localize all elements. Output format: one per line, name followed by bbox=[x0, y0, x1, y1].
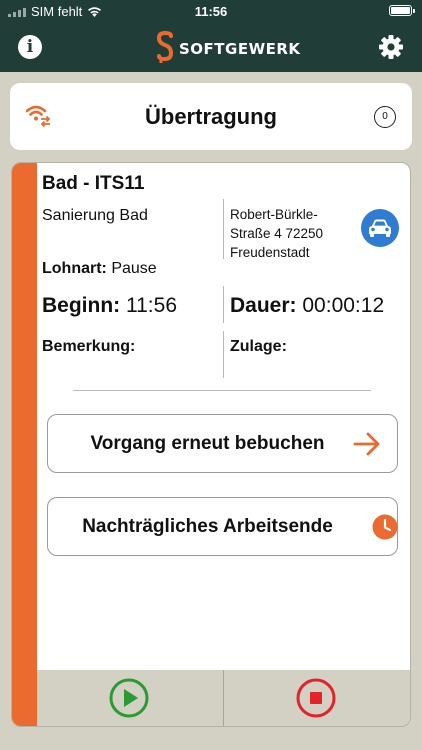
bottom-divider bbox=[223, 670, 224, 726]
transfer-title: Übertragung bbox=[145, 104, 277, 129]
address-line: Straße 4 72250 bbox=[230, 226, 324, 241]
battery-icon bbox=[389, 5, 415, 16]
navigate-car-button[interactable] bbox=[361, 209, 399, 247]
job-title: Bad - ITS11 bbox=[42, 173, 145, 194]
brand-name: SOFTGEWERK bbox=[179, 40, 301, 58]
remark-label: Bemerkung: bbox=[42, 338, 136, 355]
column-divider bbox=[223, 199, 224, 259]
car-icon bbox=[369, 219, 391, 237]
wage-value: Pause bbox=[111, 260, 157, 277]
start-label: Beginn: bbox=[42, 294, 121, 317]
section-divider bbox=[73, 390, 371, 391]
status-stripe bbox=[12, 163, 37, 726]
stop-icon[interactable] bbox=[296, 678, 336, 718]
rebook-label: Vorgang erneut bebuchen bbox=[90, 433, 325, 454]
bottom-bar bbox=[37, 670, 410, 726]
start-value: 11:56 bbox=[126, 294, 177, 317]
job-address: Robert-Bürkle- Straße 4 72250 Freudensta… bbox=[230, 205, 358, 262]
job-description: Sanierung Bad bbox=[42, 207, 148, 224]
duration-label: Dauer: bbox=[230, 294, 297, 317]
duration-value: 00:00:12 bbox=[302, 294, 385, 317]
status-bar: SIM fehlt 11:56 bbox=[0, 0, 422, 22]
column-divider bbox=[223, 331, 224, 378]
gear-icon[interactable] bbox=[378, 34, 404, 60]
end-work-button[interactable]: Nachträgliches Arbeitsende bbox=[47, 497, 398, 556]
arrow-right-icon bbox=[353, 432, 380, 456]
status-time: 11:56 bbox=[194, 4, 228, 19]
end-work-label: Nachträgliches Arbeitsende bbox=[82, 516, 333, 537]
wage-label: Lohnart: bbox=[42, 260, 107, 277]
info-icon[interactable]: i bbox=[18, 35, 42, 59]
start-time: Beginn: 11:56 bbox=[42, 294, 177, 318]
address-line: Freudenstadt bbox=[230, 245, 310, 260]
transfer-bar[interactable]: Übertragung 0 bbox=[10, 83, 412, 150]
address-line: Robert-Bürkle- bbox=[230, 207, 318, 222]
bonus-label: Zulage: bbox=[230, 338, 287, 355]
transfer-count-badge: 0 bbox=[374, 106, 396, 128]
nav-bar: i SOFTGEWERK bbox=[0, 22, 422, 72]
logo-mark-icon bbox=[156, 31, 174, 63]
play-icon[interactable] bbox=[109, 678, 149, 718]
column-divider bbox=[223, 286, 224, 323]
clock-icon bbox=[372, 514, 398, 540]
brand-logo: SOFTGEWERK bbox=[155, 31, 301, 65]
wage-type: Lohnart: Pause bbox=[42, 260, 157, 278]
job-card: Bad - ITS11 Sanierung Bad Robert-Bürkle-… bbox=[11, 162, 411, 727]
rebook-button[interactable]: Vorgang erneut bebuchen bbox=[47, 414, 398, 473]
duration: Dauer: 00:00:12 bbox=[230, 294, 384, 318]
